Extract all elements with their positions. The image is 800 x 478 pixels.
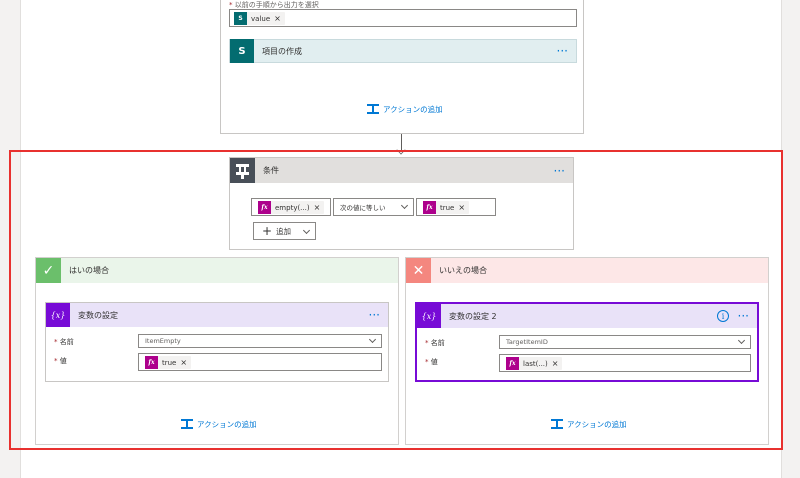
set-variable-header[interactable]: {x} 変数の設定 ··· [46,303,388,327]
name-label: * 名前 [425,339,445,347]
condition-left-operand[interactable]: fx empty(...) × [251,198,331,216]
condition-icon [230,158,255,183]
variable-name-select[interactable]: TargetItemID [499,335,751,349]
remove-token-icon[interactable]: × [314,203,321,212]
condition-right-operand[interactable]: fx true × [416,198,496,216]
set-variable-2-title: 変数の設定 2 [449,311,497,321]
expression-token-label: true [440,203,455,212]
operator-value: 次の値に等しい [340,204,386,212]
remove-token-icon[interactable]: × [180,358,187,367]
add-action-label: アクションの追加 [567,419,627,429]
no-branch-title: いいえの場合 [439,266,487,275]
add-action-icon [367,103,379,115]
fx-icon: fx [145,356,158,369]
expression-token-label: empty(...) [275,203,310,212]
chevron-down-icon [302,226,311,235]
operator-select[interactable]: 次の値に等しい [333,198,414,216]
chevron-down-icon [368,335,377,344]
variable-icon: {x} [46,303,70,327]
variable-name-value: TargetItemID [506,338,548,346]
chevron-down-icon [737,336,746,345]
fx-icon: fx [423,201,436,214]
variable-value-field[interactable]: fx last(...) × [499,354,751,372]
sharepoint-icon: S [230,39,254,63]
remove-token-icon[interactable]: × [552,359,559,368]
add-action-icon [181,418,193,430]
check-icon: ✓ [36,258,61,283]
condition-header[interactable]: 条件 ··· [230,158,573,183]
value-label: * 値 [54,357,67,365]
add-action-link[interactable]: アクションの追加 [551,418,627,430]
no-branch-header[interactable]: ✕ いいえの場合 [406,258,768,283]
yes-branch: ✓ はいの場合 {x} 変数の設定 ··· * 名前 ItemEmpty * 値… [35,257,399,445]
remove-token-icon[interactable]: × [458,203,465,212]
variable-icon: {x} [417,304,441,328]
yes-branch-title: はいの場合 [69,266,109,275]
top-scope-card: * 以前の手順から出力を選択 S value × S 項目の作成 ··· アクシ… [220,0,584,134]
more-options-icon[interactable]: ··· [369,309,380,321]
add-condition-button[interactable]: + 追加 [253,222,316,240]
add-action-label: アクションの追加 [197,419,257,429]
add-action-label: アクションの追加 [383,104,443,114]
expression-token[interactable]: fx true × [423,201,470,214]
no-branch: ✕ いいえの場合 {x} 変数の設定 2 i ··· * 名前 TargetIt… [405,257,769,445]
value-token-label: value [251,14,271,23]
fx-icon: fx [506,357,519,370]
chevron-down-icon [400,201,409,210]
set-variable-title: 変数の設定 [78,310,118,320]
more-options-icon[interactable]: ··· [557,45,568,57]
variable-name-select[interactable]: ItemEmpty [138,334,382,348]
info-icon[interactable]: i [717,310,729,322]
more-options-icon[interactable]: ··· [738,310,749,322]
plus-icon: + [262,224,273,238]
more-options-icon[interactable]: ··· [554,165,565,177]
condition-title: 条件 [263,166,279,175]
create-item-title: 項目の作成 [262,46,302,56]
variable-value-field[interactable]: fx true × [138,353,382,371]
add-action-link[interactable]: アクションの追加 [181,418,257,430]
add-action-icon [551,418,563,430]
set-variable-2-card: {x} 変数の設定 2 i ··· * 名前 TargetItemID * 値 … [415,302,759,382]
value-token[interactable]: S value × [234,12,285,25]
yes-branch-header[interactable]: ✓ はいの場合 [36,258,398,283]
expression-token[interactable]: fx empty(...) × [258,201,325,214]
add-action-link[interactable]: アクションの追加 [367,103,443,115]
expression-token-label: true [162,358,177,367]
sharepoint-icon: S [234,12,247,25]
value-label: * 値 [425,358,438,366]
fx-icon: fx [258,201,271,214]
variable-name-value: ItemEmpty [145,337,181,345]
name-label: * 名前 [54,338,74,346]
expression-token[interactable]: fx true × [145,356,192,369]
expression-token-label: last(...) [523,359,548,368]
add-condition-label: 追加 [276,226,292,236]
output-select-field[interactable]: S value × [229,9,577,27]
expression-token[interactable]: fx last(...) × [506,357,563,370]
create-item-action[interactable]: S 項目の作成 ··· [229,39,577,63]
remove-token-icon[interactable]: × [274,14,281,23]
set-variable-2-header[interactable]: {x} 変数の設定 2 i ··· [417,304,757,328]
set-variable-card: {x} 変数の設定 ··· * 名前 ItemEmpty * 値 fx true… [45,302,389,382]
close-icon: ✕ [406,258,431,283]
